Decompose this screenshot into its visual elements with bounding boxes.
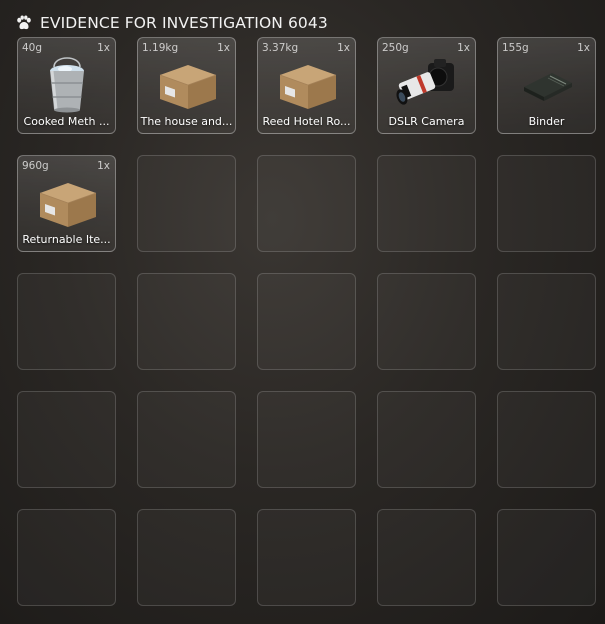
empty-inventory-slot[interactable] — [497, 155, 596, 252]
item-label: The house and... — [140, 115, 233, 128]
binder-icon — [512, 53, 582, 115]
empty-inventory-slot[interactable] — [17, 509, 116, 606]
empty-inventory-slot[interactable] — [377, 509, 476, 606]
evidence-box-icon — [152, 53, 222, 115]
empty-inventory-slot[interactable] — [257, 509, 356, 606]
empty-inventory-slot[interactable] — [377, 155, 476, 252]
empty-inventory-slot[interactable] — [137, 391, 236, 488]
item-label: Binder — [528, 115, 565, 128]
inventory-item-slot[interactable]: 250g 1x DSLR Camera — [377, 37, 476, 134]
empty-inventory-slot[interactable] — [377, 273, 476, 370]
inventory-item-slot[interactable]: 960g 1x Returnable Ite... — [17, 155, 116, 252]
inventory-item-slot[interactable]: 1.19kg 1x The house and... — [137, 37, 236, 134]
paw-icon — [17, 15, 31, 30]
inventory-grid: 40g 1x Cooked Meth ... 1.19kg 1x The house … — [17, 37, 596, 606]
empty-inventory-slot[interactable] — [257, 273, 356, 370]
inventory-item-slot[interactable]: 40g 1x Cooked Meth ... — [17, 37, 116, 134]
empty-inventory-slot[interactable] — [497, 509, 596, 606]
inventory-header: EVIDENCE FOR INVESTIGATION 6043 — [16, 12, 328, 34]
empty-inventory-slot[interactable] — [497, 273, 596, 370]
empty-inventory-slot[interactable] — [17, 273, 116, 370]
empty-inventory-slot[interactable] — [257, 155, 356, 252]
empty-inventory-slot[interactable] — [137, 155, 236, 252]
item-label: Returnable Ite... — [22, 233, 111, 246]
empty-inventory-slot[interactable] — [257, 391, 356, 488]
empty-inventory-slot[interactable] — [137, 273, 236, 370]
item-label: Cooked Meth ... — [23, 115, 110, 128]
empty-inventory-slot[interactable] — [137, 509, 236, 606]
item-label: DSLR Camera — [388, 115, 465, 128]
page-title: EVIDENCE FOR INVESTIGATION 6043 — [40, 14, 328, 32]
item-label: Reed Hotel Ro... — [262, 115, 351, 128]
empty-inventory-slot[interactable] — [17, 391, 116, 488]
empty-inventory-slot[interactable] — [497, 391, 596, 488]
evidence-box-icon — [32, 171, 102, 233]
empty-inventory-slot[interactable] — [377, 391, 476, 488]
evidence-box-icon — [272, 53, 342, 115]
inventory-item-slot[interactable]: 3.37kg 1x Reed Hotel Ro... — [257, 37, 356, 134]
camera-icon — [392, 53, 462, 115]
bucket-icon — [32, 53, 102, 115]
inventory-item-slot[interactable]: 155g 1x Binder — [497, 37, 596, 134]
